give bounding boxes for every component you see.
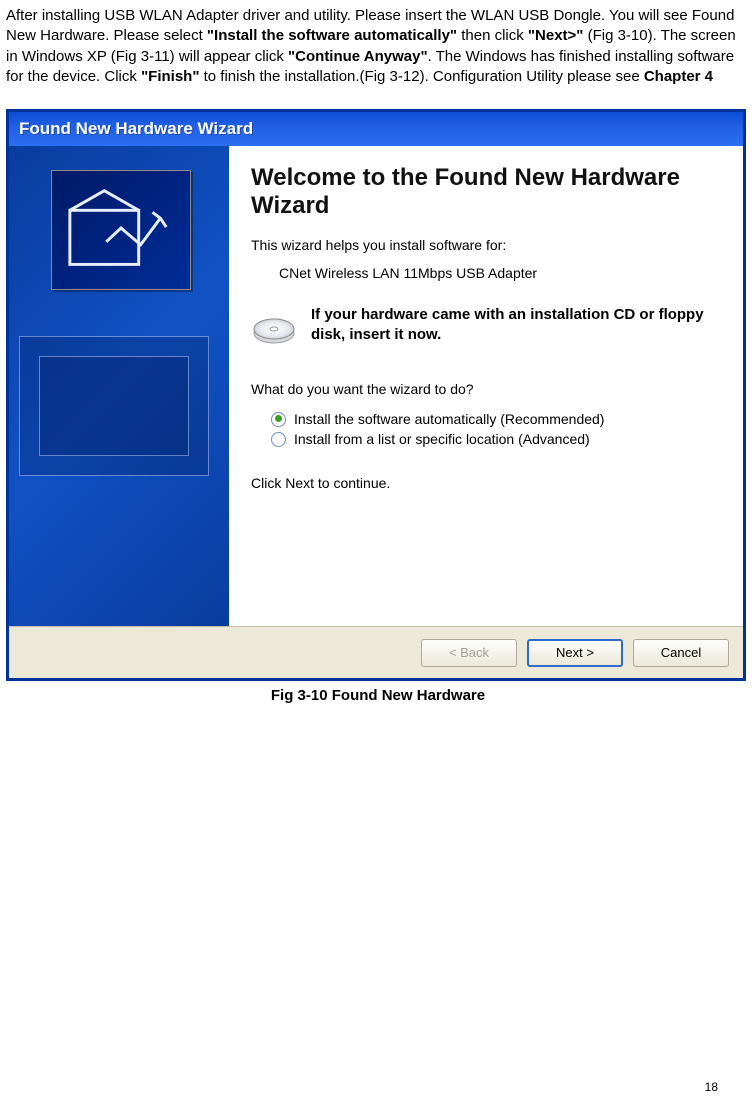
click-next-text: Click Next to continue.	[251, 475, 715, 491]
wizard-heading: Welcome to the Found New Hardware Wizard	[251, 164, 715, 219]
cancel-button[interactable]: Cancel	[633, 639, 729, 667]
wizard-question: What do you want the wizard to do?	[251, 381, 715, 397]
side-panel	[9, 146, 229, 626]
radio-auto-label: Install the software automatically (Reco…	[294, 411, 604, 427]
window-title: Found New Hardware Wizard	[19, 119, 253, 139]
radio-list-label: Install from a list or specific location…	[294, 431, 590, 447]
decorative-box	[39, 356, 189, 456]
cd-icon	[251, 305, 297, 351]
wizard-body: Welcome to the Found New Hardware Wizard…	[9, 146, 743, 626]
cd-note: If your hardware came with an installati…	[251, 305, 715, 351]
page-number: 18	[705, 1080, 718, 1094]
cd-note-text: If your hardware came with an installati…	[311, 305, 715, 344]
content-panel: Welcome to the Found New Hardware Wizard…	[229, 146, 743, 626]
instruction-paragraph: After installing USB WLAN Adapter driver…	[0, 0, 756, 87]
button-bar: < Back Next > Cancel	[9, 626, 743, 678]
device-name: CNet Wireless LAN 11Mbps USB Adapter	[279, 265, 715, 281]
figure-caption: Fig 3-10 Found New Hardware	[0, 687, 756, 704]
next-button[interactable]: Next >	[527, 639, 623, 667]
radio-list[interactable]: Install from a list or specific location…	[271, 431, 715, 447]
radio-icon	[271, 432, 286, 447]
wizard-icon	[51, 170, 191, 290]
radio-auto[interactable]: Install the software automatically (Reco…	[271, 411, 715, 427]
wizard-dialog: Found New Hardware Wizard Welcome to the…	[6, 109, 746, 681]
wizard-helps-text: This wizard helps you install software f…	[251, 237, 715, 253]
back-button: < Back	[421, 639, 517, 667]
radio-icon	[271, 412, 286, 427]
titlebar[interactable]: Found New Hardware Wizard	[9, 112, 743, 146]
